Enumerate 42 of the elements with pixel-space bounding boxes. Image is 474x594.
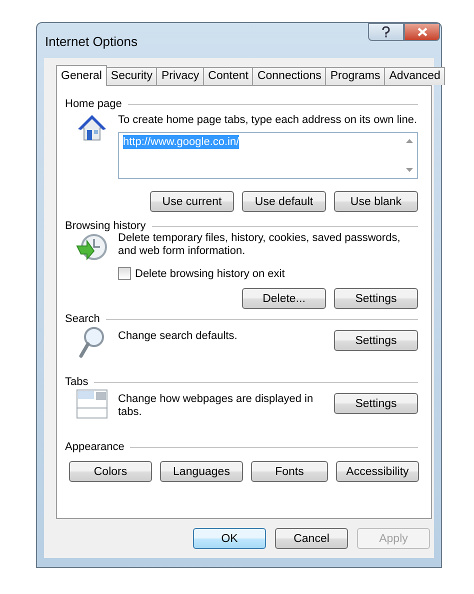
tab[interactable]: Advanced bbox=[384, 67, 446, 85]
button[interactable]: Fonts bbox=[251, 461, 328, 482]
description: Change how webpages are displayed in tabs. bbox=[118, 393, 314, 419]
checkbox[interactable] bbox=[118, 267, 131, 280]
tab[interactable]: Programs bbox=[325, 67, 386, 85]
button[interactable]: Languages bbox=[160, 461, 243, 482]
section-title: Search bbox=[65, 313, 100, 325]
button[interactable]: OK bbox=[193, 528, 266, 549]
button[interactable]: Settings bbox=[334, 330, 418, 351]
tab[interactable]: Content bbox=[203, 67, 254, 85]
description: Delete temporary files, history, cookies, saved passwords, and web form information. bbox=[118, 232, 402, 258]
button[interactable]: Colors bbox=[69, 461, 152, 482]
button[interactable]: Settings bbox=[334, 393, 418, 414]
section-title: Appearance bbox=[65, 441, 124, 453]
section-title: Home page bbox=[65, 98, 122, 110]
section-title: Browsing history bbox=[65, 220, 146, 232]
button[interactable]: Accessibility bbox=[336, 461, 419, 482]
tab[interactable]: Security bbox=[106, 67, 158, 85]
button[interactable]: Use blank bbox=[334, 191, 418, 212]
button[interactable]: Settings bbox=[334, 288, 418, 309]
house-icon bbox=[76, 114, 106, 142]
button[interactable]: Use default bbox=[242, 191, 326, 212]
clock-arrow-icon bbox=[74, 232, 108, 262]
button[interactable]: Use current bbox=[150, 191, 234, 212]
window-title: Internet Options bbox=[45, 34, 138, 49]
scroll-down-icon bbox=[406, 168, 413, 172]
checkbox-label: Delete browsing history on exit bbox=[135, 268, 285, 280]
tabs-window-icon bbox=[76, 388, 108, 420]
section-title: Tabs bbox=[65, 376, 88, 388]
button[interactable]: Delete... bbox=[242, 288, 326, 309]
magnifier-icon bbox=[78, 325, 106, 359]
help-icon bbox=[381, 26, 391, 38]
button[interactable]: Cancel bbox=[275, 528, 348, 549]
close-icon bbox=[416, 27, 428, 37]
scroll-up-icon bbox=[406, 139, 413, 143]
close-button[interactable] bbox=[404, 23, 440, 41]
description: Change search defaults. bbox=[118, 330, 238, 344]
help-button[interactable] bbox=[368, 23, 404, 41]
tab[interactable]: General bbox=[56, 65, 107, 86]
tab[interactable]: Connections bbox=[252, 67, 326, 85]
description: To create home page tabs, type each address on its own line. bbox=[118, 114, 418, 127]
tab[interactable]: Privacy bbox=[156, 67, 204, 85]
